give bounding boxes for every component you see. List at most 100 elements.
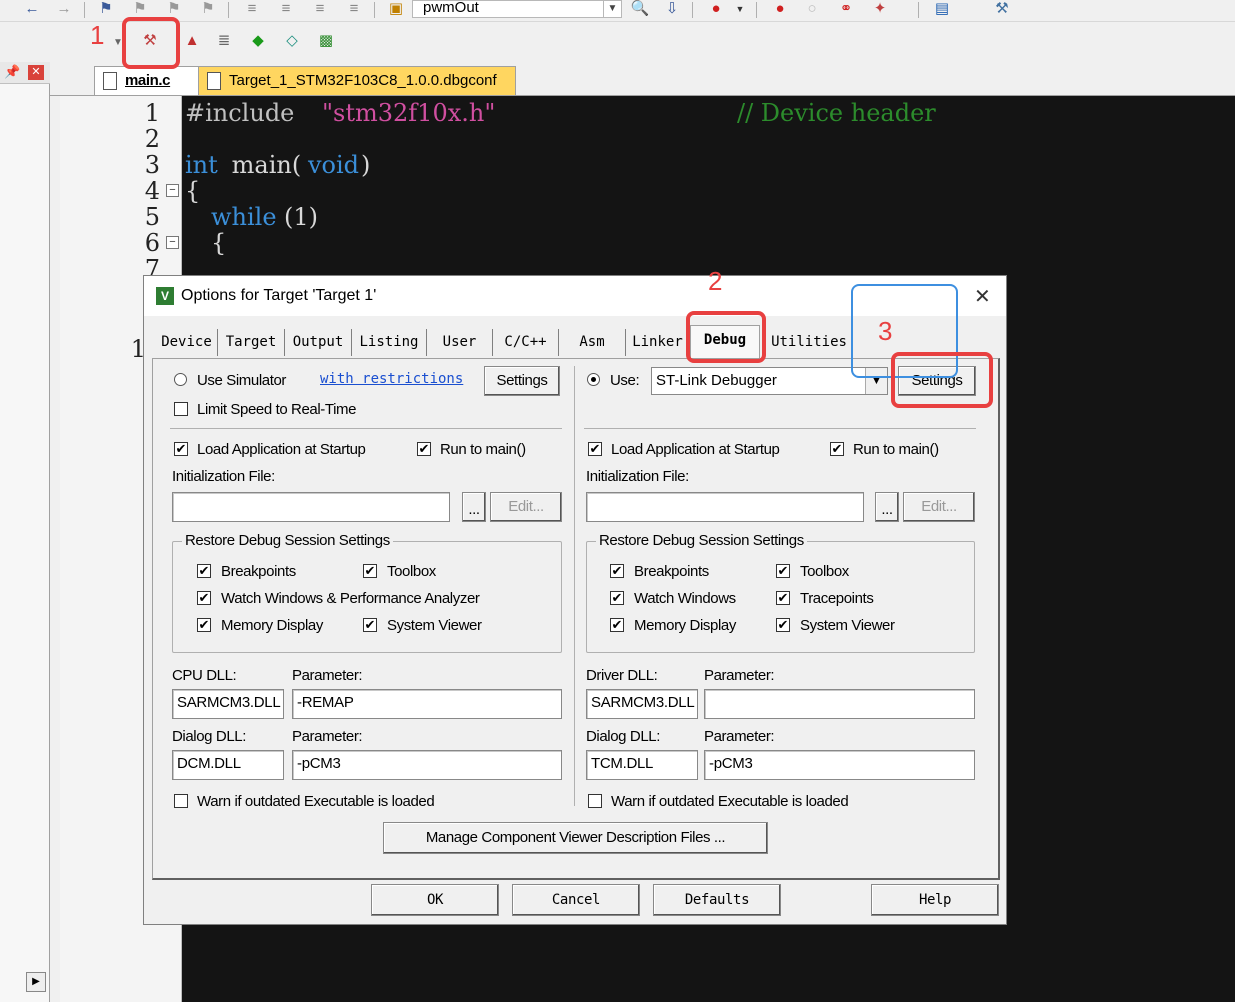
defaults-button[interactable]: Defaults (653, 884, 781, 916)
run-to-main-checkbox[interactable]: ✔ (830, 442, 844, 456)
debug-settings-icon[interactable]: ✦ (870, 0, 890, 18)
tab-asm[interactable]: Asm (559, 329, 626, 356)
tab-target[interactable]: Target (218, 329, 285, 356)
tab-output[interactable]: Output (285, 329, 352, 356)
pack-installer-icon[interactable]: ◆ (248, 32, 268, 50)
indent-icon[interactable]: ≡ (242, 0, 262, 18)
tab-label: C/C++ (504, 334, 547, 350)
tracepoints-checkbox[interactable]: ✔ (776, 591, 790, 605)
dialog-dll-input[interactable]: TCM.DLL (586, 750, 698, 780)
use-simulator-radio[interactable] (174, 373, 187, 386)
driver-param-input[interactable] (704, 689, 975, 719)
code-include: #include (185, 99, 295, 127)
help-button[interactable]: Help (871, 884, 999, 916)
cancel-button[interactable]: Cancel (512, 884, 640, 916)
driver-dll-input[interactable]: SARMCM3.DLL (586, 689, 698, 719)
ok-button[interactable]: OK (371, 884, 499, 916)
tab-c-cpp[interactable]: C/C++ (493, 329, 559, 356)
code-keyword: int (185, 151, 218, 179)
toolbox-checkbox[interactable]: ✔ (776, 564, 790, 578)
unindent-icon[interactable]: ≡ (276, 0, 296, 18)
load-app-checkbox[interactable]: ✔ (588, 442, 602, 456)
with-restrictions-link[interactable]: with restrictions (320, 371, 463, 387)
bookmark-prev-icon[interactable]: ⚑ (130, 0, 150, 18)
warn-outdated-checkbox[interactable] (588, 794, 602, 808)
driver-param-label: Parameter: (704, 667, 775, 684)
init-file-browse-button[interactable]: ... (875, 492, 899, 522)
dropdown-icon[interactable]: ▼ (730, 0, 750, 18)
configure-icon[interactable]: ⚒ (992, 0, 1012, 18)
forward-icon[interactable]: → (54, 0, 74, 18)
system-viewer-label: System Viewer (387, 617, 482, 634)
memory-display-checkbox[interactable]: ✔ (610, 618, 624, 632)
init-file-browse-button[interactable]: ... (462, 492, 486, 522)
system-viewer-checkbox[interactable]: ✔ (776, 618, 790, 632)
incremental-find-icon[interactable]: ⇩ (662, 0, 682, 18)
tab-utilities[interactable]: Utilities (764, 329, 854, 356)
scroll-right-icon[interactable]: ▶ (26, 972, 46, 992)
run-to-main-checkbox[interactable]: ✔ (417, 442, 431, 456)
init-file-edit-button[interactable]: Edit... (490, 492, 562, 522)
chevron-down-icon[interactable]: ▼ (603, 1, 621, 17)
run-to-main-label: Run to main() (853, 441, 939, 458)
bookmark-clear-icon[interactable]: ⚑ (198, 0, 218, 18)
manage-project-icon[interactable]: ▲ (182, 32, 202, 50)
close-icon[interactable]: ✕ (28, 65, 44, 80)
breakpoints-checkbox[interactable]: ✔ (197, 564, 211, 578)
load-app-checkbox[interactable]: ✔ (174, 442, 188, 456)
find-files-icon[interactable]: 🔍 (630, 0, 650, 18)
close-icon[interactable]: ✕ (974, 284, 991, 309)
breakpoint-icon[interactable]: ● (770, 0, 790, 18)
fold-toggle-icon[interactable]: − (166, 236, 179, 249)
dialog-title: Options for Target 'Target 1' (181, 287, 377, 304)
manage-rte-icon[interactable]: ▩ (316, 32, 336, 50)
init-file-edit-button[interactable]: Edit... (903, 492, 975, 522)
pin-icon[interactable]: 📌 (4, 64, 20, 80)
memory-display-checkbox[interactable]: ✔ (197, 618, 211, 632)
tab-user[interactable]: User (427, 329, 493, 356)
window-layout-icon[interactable]: ▤ (932, 0, 952, 18)
manage-component-viewer-button[interactable]: Manage Component Viewer Description File… (383, 822, 768, 854)
target-icon[interactable]: ▣ (386, 0, 406, 18)
fold-toggle-icon[interactable]: − (166, 184, 179, 197)
cpu-dll-input[interactable]: SARMCM3.DLL (172, 689, 284, 719)
tab-label: Device (161, 334, 212, 350)
breakpoint-disable-icon[interactable]: ○ (802, 0, 822, 18)
tab-dbgconf[interactable]: Target_1_STM32F103C8_1.0.0.dbgconf (198, 66, 516, 95)
breakpoint-kill-icon[interactable]: ⚭ (836, 0, 856, 18)
watch-windows-checkbox[interactable]: ✔ (197, 591, 211, 605)
bookmark-icon[interactable]: ⚑ (96, 0, 116, 18)
tab-listing[interactable]: Listing (352, 329, 427, 356)
dialog-param-input[interactable]: -pCM3 (704, 750, 975, 780)
simulator-settings-button[interactable]: Settings (484, 366, 560, 396)
column-divider (574, 366, 575, 806)
memory-display-label: Memory Display (634, 617, 736, 634)
comment-icon[interactable]: ≡ (310, 0, 330, 18)
debug-start-icon[interactable]: ● (706, 0, 726, 18)
code-text: { (211, 229, 227, 257)
code-text: ) (361, 151, 371, 179)
back-icon[interactable]: ← (22, 0, 42, 18)
line-number: 6 (144, 229, 160, 257)
limit-speed-checkbox[interactable] (174, 402, 188, 416)
use-debugger-radio[interactable] (587, 373, 600, 386)
tab-device[interactable]: Device (156, 329, 218, 356)
warn-outdated-checkbox[interactable] (174, 794, 188, 808)
bookmark-next-icon[interactable]: ⚑ (164, 0, 184, 18)
breakpoints-checkbox[interactable]: ✔ (610, 564, 624, 578)
dialog-param-label: Parameter: (704, 728, 775, 745)
dialog-dll-input[interactable]: DCM.DLL (172, 750, 284, 780)
target-select[interactable]: pwmOut ▼ (412, 0, 622, 18)
init-file-input[interactable] (172, 492, 450, 522)
select-packs-icon[interactable]: ◇ (282, 32, 302, 50)
tab-linker[interactable]: Linker (626, 329, 690, 356)
init-file-input[interactable] (586, 492, 864, 522)
uncomment-icon[interactable]: ≡ (344, 0, 364, 18)
system-viewer-checkbox[interactable]: ✔ (363, 618, 377, 632)
cpu-param-input[interactable]: -REMAP (292, 689, 562, 719)
file-extensions-icon[interactable]: ≣ (214, 32, 234, 50)
dialog-param-input[interactable]: -pCM3 (292, 750, 562, 780)
line-number: 5 (144, 203, 160, 231)
watch-windows-checkbox[interactable]: ✔ (610, 591, 624, 605)
toolbox-checkbox[interactable]: ✔ (363, 564, 377, 578)
